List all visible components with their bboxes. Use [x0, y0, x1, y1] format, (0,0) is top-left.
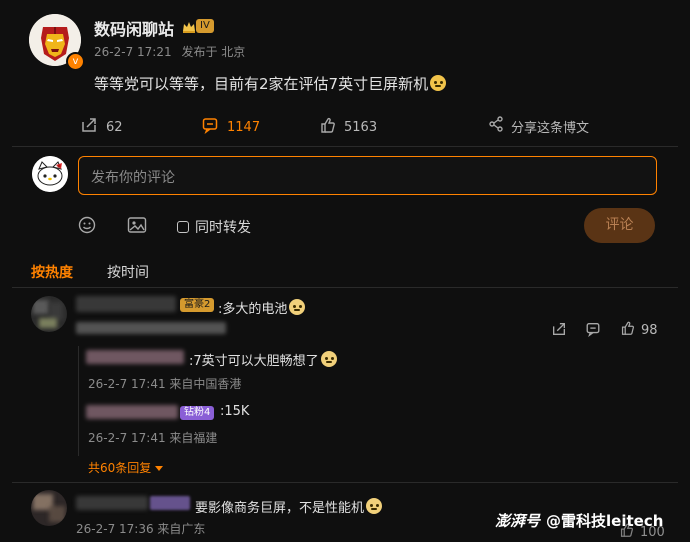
redacted-username	[76, 496, 148, 510]
submit-comment-button[interactable]: 评论	[584, 208, 655, 243]
repost-action[interactable]: 62	[80, 116, 123, 138]
comment-avatar[interactable]	[31, 296, 67, 332]
post-content-text: 等等党可以等等，目前有2家在评估7英寸巨屏新机	[94, 75, 429, 93]
submit-comment-label: 评论	[605, 217, 634, 233]
hello-kitty-avatar	[32, 156, 68, 192]
share-action[interactable]: 分享这条博文	[488, 116, 589, 136]
fan-badge: 富豪2	[180, 298, 215, 312]
emoji-icon[interactable]	[78, 216, 96, 238]
redacted-reply-user	[86, 405, 178, 419]
comment-like-count: 98	[641, 322, 658, 338]
post-content: 等等党可以等等，目前有2家在评估7英寸巨屏新机	[94, 73, 447, 94]
watermark-author: @雷科技leitech	[546, 512, 664, 530]
comment-text-content: 要影像商务巨屏，不是性能机	[195, 501, 365, 516]
comment-repost-icon[interactable]	[551, 321, 567, 341]
author-name[interactable]: 数码闲聊站	[94, 16, 174, 40]
redacted-reply-user	[86, 350, 184, 364]
comment-icon	[201, 116, 219, 138]
like-count: 5163	[344, 119, 378, 135]
comment-like[interactable]: 98	[619, 320, 658, 340]
verified-orange-badge: v	[66, 52, 85, 71]
post-location: 发布于 北京	[181, 45, 246, 59]
my-avatar[interactable]	[32, 156, 68, 192]
post-meta: 26-2-7 17:21 发布于 北京	[94, 43, 245, 60]
level-badge: IV	[196, 19, 214, 33]
tab-time[interactable]: 按时间	[107, 262, 149, 282]
repost-icon	[80, 116, 98, 138]
reply-text-content: :7英寸可以大胆畅想了	[189, 354, 319, 369]
cat-emoji-icon	[366, 498, 383, 514]
redacted-badge	[150, 496, 190, 510]
reply-meta: 26-2-7 17:41 来自中国香港	[88, 377, 242, 391]
comment-placeholder: 发布你的评论	[91, 170, 175, 186]
cat-emoji-icon	[289, 299, 306, 315]
image-icon[interactable]	[127, 216, 147, 238]
fan-badge: 钻粉4	[180, 406, 215, 420]
share-icon	[488, 116, 504, 136]
checkbox-icon[interactable]	[177, 221, 189, 233]
like-icon	[318, 116, 336, 138]
redacted-meta	[76, 322, 226, 334]
crown-icon	[182, 18, 196, 37]
divider	[12, 146, 678, 147]
tab-hot[interactable]: 按热度	[31, 262, 73, 282]
reply-text: :7英寸可以大胆畅想了	[189, 349, 337, 369]
share-label: 分享这条博文	[511, 120, 590, 136]
reply-thread-line	[78, 346, 79, 456]
also-repost-label: 同时转发	[195, 220, 251, 236]
watermark-brand: 澎湃号	[495, 512, 541, 530]
comment-text-content: :多大的电池	[218, 302, 288, 317]
redacted-username	[76, 296, 176, 312]
divider	[12, 482, 678, 483]
like-icon	[619, 320, 635, 340]
chevron-down-icon	[155, 466, 164, 471]
cat-emoji-icon	[320, 351, 337, 367]
comment-count: 1147	[227, 119, 261, 135]
comment-text: 要影像商务巨屏，不是性能机	[195, 496, 383, 516]
watermark: 澎湃号 @雷科技leitech	[495, 510, 663, 531]
repost-count: 62	[106, 119, 123, 135]
comment-text: :多大的电池	[218, 297, 306, 317]
more-replies-label: 共60条回复	[88, 461, 152, 475]
comment-avatar[interactable]	[31, 490, 67, 526]
post-time: 26-2-7 17:21	[94, 45, 172, 59]
reply-text: :15K	[220, 404, 250, 419]
also-repost[interactable]: 同时转发	[177, 217, 251, 237]
yum-emoji-icon	[430, 75, 447, 91]
comment-input[interactable]: 发布你的评论	[78, 156, 657, 195]
more-replies-link[interactable]: 共60条回复	[88, 459, 164, 476]
comment-action[interactable]: 1147	[201, 116, 260, 138]
comment-reply-icon[interactable]	[585, 321, 601, 341]
divider	[12, 287, 678, 288]
comment-meta: 26-2-7 17:36 来自广东	[76, 522, 206, 536]
like-action[interactable]: 5163	[318, 116, 377, 138]
reply-meta: 26-2-7 17:41 来自福建	[88, 431, 218, 445]
